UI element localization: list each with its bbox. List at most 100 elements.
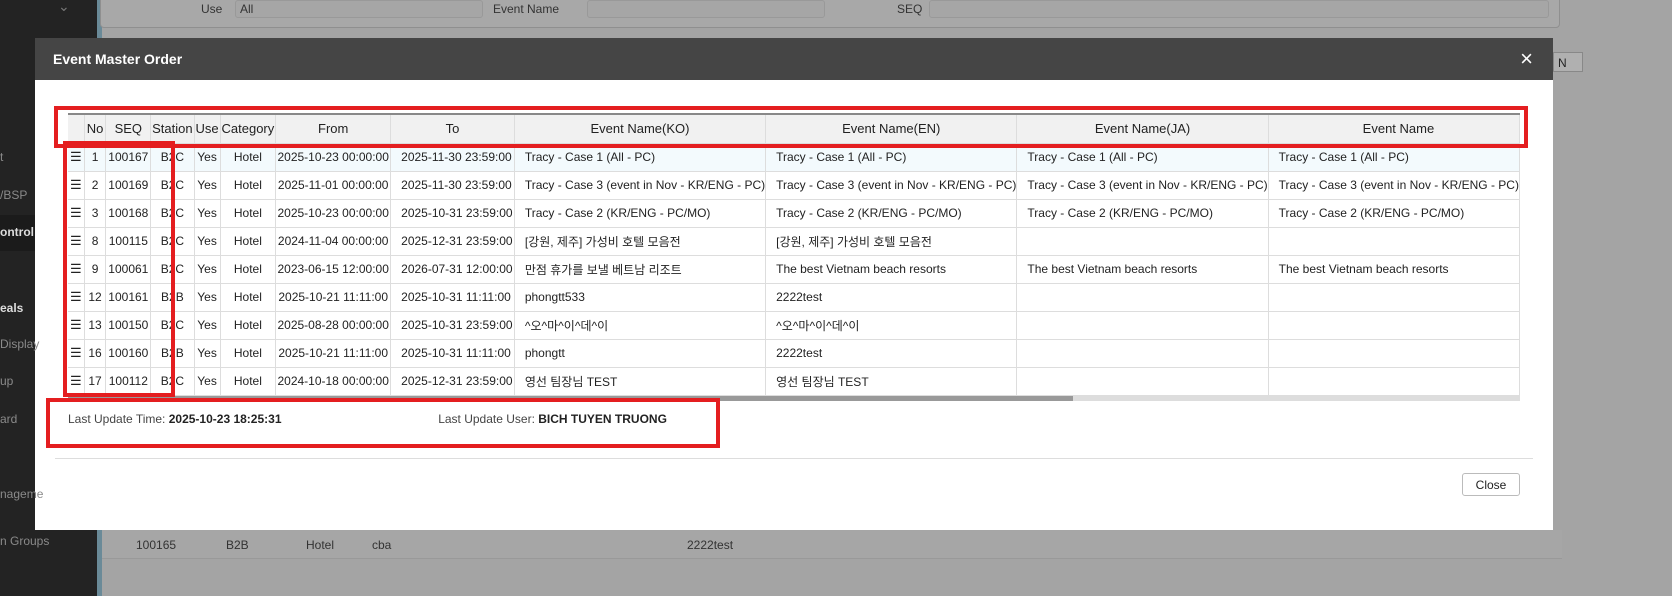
table-cell: 100160 (105, 339, 152, 368)
sidebar-item[interactable]: /BSP (0, 188, 27, 202)
column-header[interactable]: Use (194, 115, 221, 144)
table-cell: 8 (84, 227, 107, 256)
table-cell: 2025-10-31 11:11:00 (390, 339, 515, 368)
scrollbar-thumb[interactable] (68, 396, 1073, 401)
event-name-input[interactable] (587, 0, 825, 18)
drag-handle-icon[interactable]: ☰ (68, 227, 85, 256)
drag-handle-icon[interactable]: ☰ (68, 339, 85, 368)
chevron-down-icon[interactable]: ⌄ (58, 0, 70, 15)
column-header[interactable]: To (390, 115, 515, 144)
drag-handle-icon[interactable]: ☰ (68, 171, 85, 200)
table-cell: 2025-11-01 00:00:00 (275, 171, 392, 200)
table-cell: 2025-12-31 23:59:00 (390, 367, 515, 396)
sidebar-item[interactable]: Display (0, 337, 39, 351)
table-cell: Yes (194, 367, 221, 396)
last-update-user: BICH TUYEN TRUONG (538, 412, 667, 426)
table-row[interactable]: ☰ 12 100161 B2B Yes Hotel 2025-10-21 11:11:00 2… (68, 283, 1520, 312)
column-header[interactable] (68, 115, 85, 144)
sidebar-item[interactable]: eals (0, 301, 23, 315)
bg-cell: 2222test (687, 538, 734, 552)
table-cell: 3 (84, 199, 107, 228)
table-cell: B2B (150, 283, 195, 312)
table-row[interactable]: ☰ 8 100115 B2C Yes Hotel 2024-11-04 00:00:00 20… (68, 227, 1520, 256)
table-cell: Yes (194, 283, 221, 312)
background-button[interactable]: N (1553, 52, 1583, 72)
table-cell: Tracy - Case 3 (event in Nov - KR/ENG - … (765, 171, 1018, 200)
table-cell: B2C (150, 367, 195, 396)
column-header[interactable]: No (84, 115, 107, 144)
table-cell: 16 (84, 339, 107, 368)
drag-handle-icon[interactable]: ☰ (68, 283, 85, 312)
column-header[interactable]: From (275, 115, 392, 144)
table-cell: Tracy - Case 1 (All - PC) (1016, 143, 1269, 172)
table-cell: 17 (84, 367, 107, 396)
table-cell (1016, 283, 1269, 312)
table-row[interactable]: ☰ 17 100112 B2C Yes Hotel 2024-10-18 00:00:00 2… (68, 367, 1520, 396)
table-cell (1268, 339, 1520, 368)
table-row[interactable]: ☰ 1 100167 B2C Yes Hotel 2025-10-23 00:00:00 20… (68, 143, 1520, 172)
table-cell (1016, 311, 1269, 340)
table-cell: Yes (194, 255, 221, 284)
table-cell: 만점 휴가를 보낼 베트남 리조트 (514, 255, 767, 284)
table-cell: Yes (194, 143, 221, 172)
table-cell: 2025-10-31 11:11:00 (390, 283, 515, 312)
table-cell: 2024-11-04 00:00:00 (275, 227, 392, 256)
table-cell: 100167 (105, 143, 152, 172)
column-header[interactable]: Event Name(JA) (1016, 115, 1269, 144)
table-cell: B2C (150, 143, 195, 172)
sidebar-item[interactable]: ontrol (0, 225, 34, 239)
event-order-table-wrapper: No SEQ Station Use Category From To Event Name(… (68, 113, 1520, 403)
table-row[interactable]: ☰ 16 100160 B2B Yes Hotel 2025-10-21 11:11:00 2… (68, 339, 1520, 368)
table-row[interactable]: ☰ 3 100168 B2C Yes Hotel 2025-10-23 00:00:00 20… (68, 199, 1520, 228)
sidebar-item[interactable]: up (0, 374, 13, 388)
drag-handle-icon[interactable]: ☰ (68, 143, 85, 172)
table-row[interactable]: ☰ 9 100061 B2C Yes Hotel 2023-06-15 12:00:00 20… (68, 255, 1520, 284)
table-cell: 12 (84, 283, 107, 312)
table-cell: Hotel (220, 283, 277, 312)
modal-header: Event Master Order × (35, 38, 1553, 80)
table-row[interactable]: ☰ 2 100169 B2C Yes Hotel 2025-11-01 00:00:00 20… (68, 171, 1520, 200)
table-cell: Tracy - Case 1 (All - PC) (765, 143, 1018, 172)
drag-handle-icon[interactable]: ☰ (68, 255, 85, 284)
table-cell: B2C (150, 171, 195, 200)
bg-cell: Hotel (306, 538, 335, 552)
drag-handle-icon[interactable]: ☰ (68, 367, 85, 396)
modal-title: Event Master Order (53, 51, 183, 67)
last-update-time: 2025-10-23 18:25:31 (168, 412, 282, 426)
table-cell: Hotel (220, 199, 277, 228)
table-cell: B2C (150, 311, 195, 340)
drag-handle-icon[interactable]: ☰ (68, 199, 85, 228)
sidebar-item[interactable]: n Groups (0, 534, 49, 548)
table-cell: 100168 (105, 199, 152, 228)
column-header[interactable]: Station (150, 115, 195, 144)
seq-input[interactable] (929, 0, 1549, 18)
column-header[interactable]: Event Name (1268, 115, 1520, 144)
table-cell: Tracy - Case 2 (KR/ENG - PC/MO) (514, 199, 767, 228)
table-cell (1016, 227, 1269, 256)
table-cell: Yes (194, 171, 221, 200)
table-cell: 2023-06-15 12:00:00 (275, 255, 392, 284)
close-icon[interactable]: × (1520, 46, 1533, 72)
column-header[interactable]: Event Name(EN) (765, 115, 1018, 144)
sidebar-item[interactable]: ard (0, 412, 17, 426)
use-label: Use (201, 2, 223, 16)
drag-handle-icon[interactable]: ☰ (68, 311, 85, 340)
sidebar-item[interactable]: nageme (0, 487, 43, 501)
column-header[interactable]: Category (220, 115, 277, 144)
sidebar-item[interactable]: t (0, 150, 3, 164)
table-cell (1268, 227, 1520, 256)
table-cell: Yes (194, 227, 221, 256)
table-cell: 100115 (105, 227, 152, 256)
column-header[interactable]: Event Name(KO) (514, 115, 767, 144)
use-select[interactable]: All (235, 0, 483, 18)
table-row[interactable]: ☰ 13 100150 B2C Yes Hotel 2025-08-28 00:00:00 2… (68, 311, 1520, 340)
bg-cell: 100165 (136, 538, 177, 552)
table-cell: 2025-10-31 23:59:00 (390, 199, 515, 228)
table-cell: 2025-10-31 23:59:00 (390, 311, 515, 340)
table-cell: phongtt (514, 339, 767, 368)
last-update-time-label: Last Update Time: (68, 412, 166, 426)
table-cell: Tracy - Case 3 (event in Nov - KR/ENG - … (514, 171, 767, 200)
close-button[interactable]: Close (1462, 473, 1520, 496)
horizontal-scrollbar[interactable] (68, 396, 1520, 401)
column-header[interactable]: SEQ (105, 115, 152, 144)
